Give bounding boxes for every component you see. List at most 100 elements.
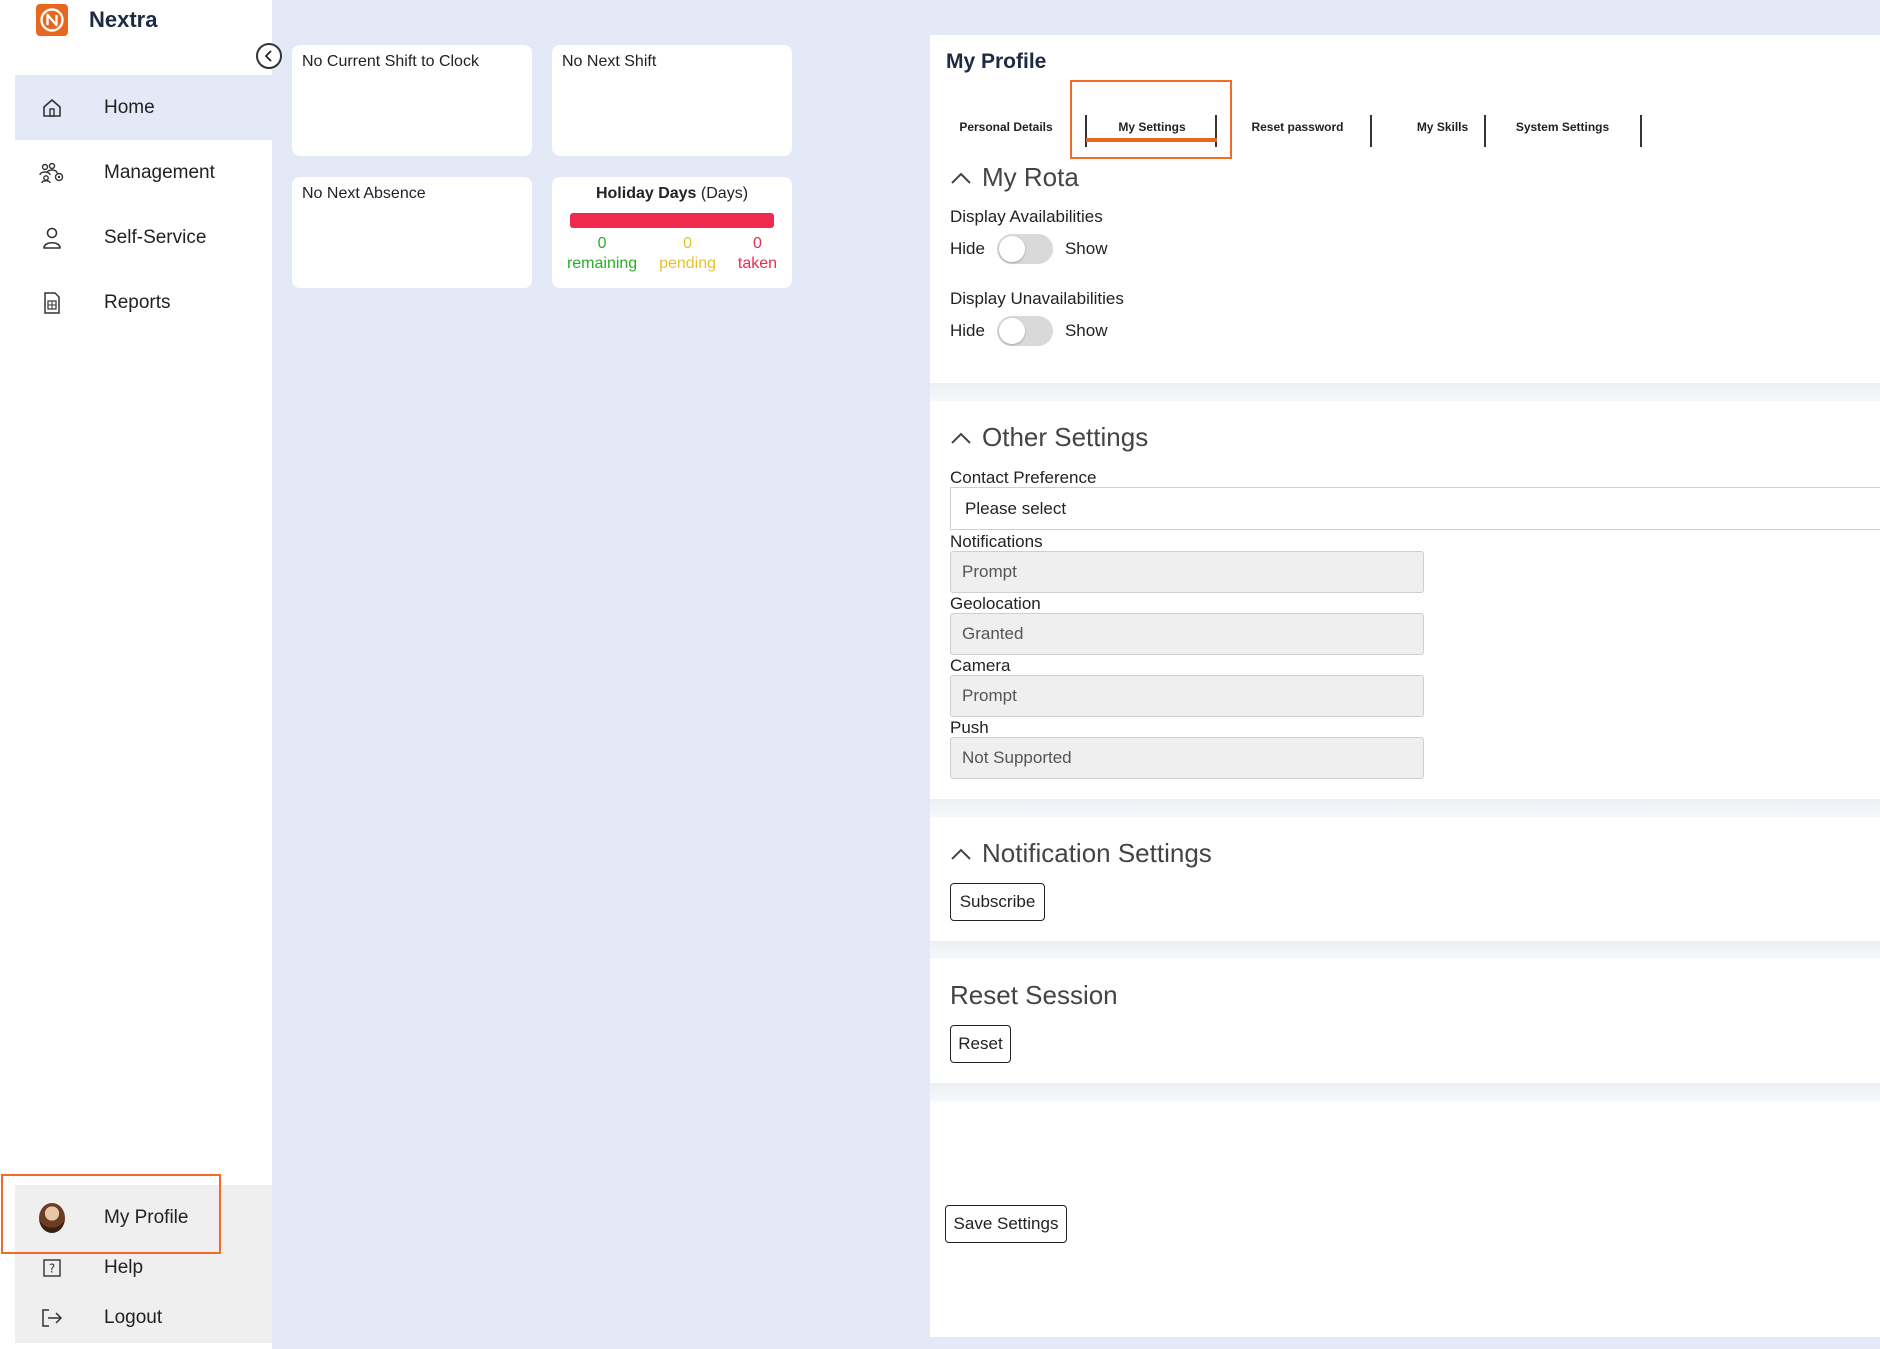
section-heading: Reset Session xyxy=(950,980,1118,1010)
geolocation-field: Granted xyxy=(950,613,1424,655)
users-icon xyxy=(39,160,65,186)
display-availabilities-label: Display Availabilities xyxy=(950,207,1103,226)
sidebar-item-management[interactable]: Management xyxy=(15,140,272,205)
holiday-pending: 0 pending xyxy=(659,234,716,274)
holiday-progress-bar xyxy=(570,213,774,228)
camera-label: Camera xyxy=(950,656,1011,675)
nextra-logo-icon xyxy=(36,4,68,36)
geolocation-value: Granted xyxy=(962,624,1024,643)
toggle-knob xyxy=(998,236,1025,262)
sidebar: Nextra Home Management Self-Service Repo… xyxy=(0,0,272,1349)
camera-field: Prompt xyxy=(950,675,1424,717)
section-divider xyxy=(930,941,1880,959)
notifications-field: Prompt xyxy=(950,551,1424,593)
toggle-knob xyxy=(998,318,1025,344)
sidebar-item-reports[interactable]: Reports xyxy=(15,270,272,335)
notification-settings-toggle[interactable]: Notification Settings xyxy=(950,838,1212,869)
avatar xyxy=(39,1202,65,1233)
show-label: Show xyxy=(1064,321,1108,340)
holiday-taken-label: taken xyxy=(737,255,778,272)
active-tab-indicator xyxy=(1086,138,1217,142)
show-label: Show xyxy=(1064,239,1108,258)
sidebar-item-self-service[interactable]: Self-Service xyxy=(15,205,272,270)
push-value: Not Supported xyxy=(962,748,1072,767)
subscribe-button[interactable]: Subscribe xyxy=(950,883,1045,921)
chevron-up-icon xyxy=(951,432,971,444)
holiday-pending-label: pending xyxy=(659,255,717,272)
availabilities-toggle[interactable] xyxy=(996,234,1053,264)
my-rota-toggle[interactable]: My Rota xyxy=(950,162,1079,193)
push-label: Push xyxy=(950,718,989,737)
hide-label: Hide xyxy=(950,239,985,258)
sidebar-nav: Home Management Self-Service Reports xyxy=(15,75,272,335)
sidebar-item-help[interactable]: ? Help xyxy=(15,1247,272,1289)
tab-separator xyxy=(1370,115,1372,147)
logout-icon xyxy=(39,1309,65,1327)
shift-clock-card: No Current Shift to Clock xyxy=(292,45,532,156)
chevron-left-icon xyxy=(264,50,272,62)
sidebar-item-home[interactable]: Home xyxy=(15,75,272,140)
app-name: Nextra xyxy=(89,7,158,32)
brand[interactable]: Nextra xyxy=(36,2,157,38)
sidebar-item-logout[interactable]: Logout xyxy=(15,1297,272,1339)
sidebar-item-my-profile[interactable]: My Profile xyxy=(15,1185,272,1250)
tab-reset-password[interactable]: Reset password xyxy=(1230,105,1365,149)
home-icon xyxy=(39,95,65,121)
contact-preference-label: Contact Preference xyxy=(950,468,1097,487)
report-icon xyxy=(39,290,65,316)
holiday-title-text: Holiday Days xyxy=(595,185,697,202)
sidebar-item-label: Reports xyxy=(104,291,171,313)
tab-separator xyxy=(1640,115,1642,147)
camera-value: Prompt xyxy=(962,686,1017,705)
unavailabilities-toggle-row: Hide Show xyxy=(950,316,1108,346)
unavailabilities-toggle[interactable] xyxy=(996,316,1053,346)
section-heading: Notification Settings xyxy=(982,838,1212,868)
person-icon xyxy=(39,225,65,251)
notifications-label: Notifications xyxy=(950,532,1043,551)
next-absence-card: No Next Absence xyxy=(292,177,532,288)
section-divider xyxy=(930,1083,1880,1101)
page-title: My Profile xyxy=(946,50,1047,73)
chevron-up-icon xyxy=(951,172,971,184)
tab-my-settings[interactable]: My Settings xyxy=(1087,105,1217,149)
section-divider xyxy=(930,383,1880,401)
sidebar-item-label: My Profile xyxy=(104,1206,189,1228)
collapse-sidebar-button[interactable] xyxy=(256,43,282,69)
holiday-taken-value: 0 xyxy=(753,235,762,252)
tab-system-settings[interactable]: System Settings xyxy=(1495,105,1630,149)
holiday-remaining: 0 remaining xyxy=(567,234,637,274)
sidebar-item-label: Help xyxy=(104,1257,144,1278)
sidebar-item-label: Management xyxy=(104,161,215,183)
holiday-remaining-value: 0 xyxy=(597,235,607,252)
other-settings-toggle[interactable]: Other Settings xyxy=(950,422,1148,453)
save-settings-button[interactable]: Save Settings xyxy=(945,1205,1067,1243)
shift-clock-text: No Current Shift to Clock xyxy=(302,53,479,70)
sidebar-item-label: Logout xyxy=(104,1307,163,1328)
holiday-taken: 0 taken xyxy=(738,234,777,274)
display-unavailabilities-label: Display Unavailabilities xyxy=(950,289,1124,308)
reset-session-heading: Reset Session xyxy=(950,980,1118,1011)
tab-personal-details[interactable]: Personal Details xyxy=(946,105,1066,149)
holiday-days-card: Holiday Days (Days) 0 remaining 0 pendin… xyxy=(552,177,792,288)
tab-separator xyxy=(1484,115,1486,147)
chevron-up-icon xyxy=(951,848,971,860)
sidebar-item-label: Home xyxy=(104,96,155,118)
tab-my-skills[interactable]: My Skills xyxy=(1375,105,1510,149)
section-heading: My Rota xyxy=(982,162,1079,192)
holiday-pending-value: 0 xyxy=(683,235,692,252)
profile-tabs: Personal Details My Settings Reset passw… xyxy=(930,105,1880,149)
next-absence-text: No Next Absence xyxy=(302,185,426,202)
availabilities-toggle-row: Hide Show xyxy=(950,234,1108,264)
svg-text:?: ? xyxy=(49,1262,55,1276)
tab-separator xyxy=(1215,115,1217,147)
contact-preference-value: Please select xyxy=(965,498,1067,518)
my-profile-panel: My Profile Personal Details My Settings … xyxy=(930,35,1880,1337)
next-shift-text: No Next Shift xyxy=(562,53,657,70)
reset-button[interactable]: Reset xyxy=(950,1025,1011,1063)
sidebar-bottom: My Profile ? Help Logout xyxy=(15,1185,272,1343)
notifications-value: Prompt xyxy=(962,562,1017,581)
contact-preference-select[interactable]: Please select xyxy=(950,487,1880,530)
holiday-stats: 0 remaining 0 pending 0 taken xyxy=(556,234,788,274)
section-heading: Other Settings xyxy=(982,422,1149,452)
holiday-remaining-label: remaining xyxy=(566,255,638,272)
